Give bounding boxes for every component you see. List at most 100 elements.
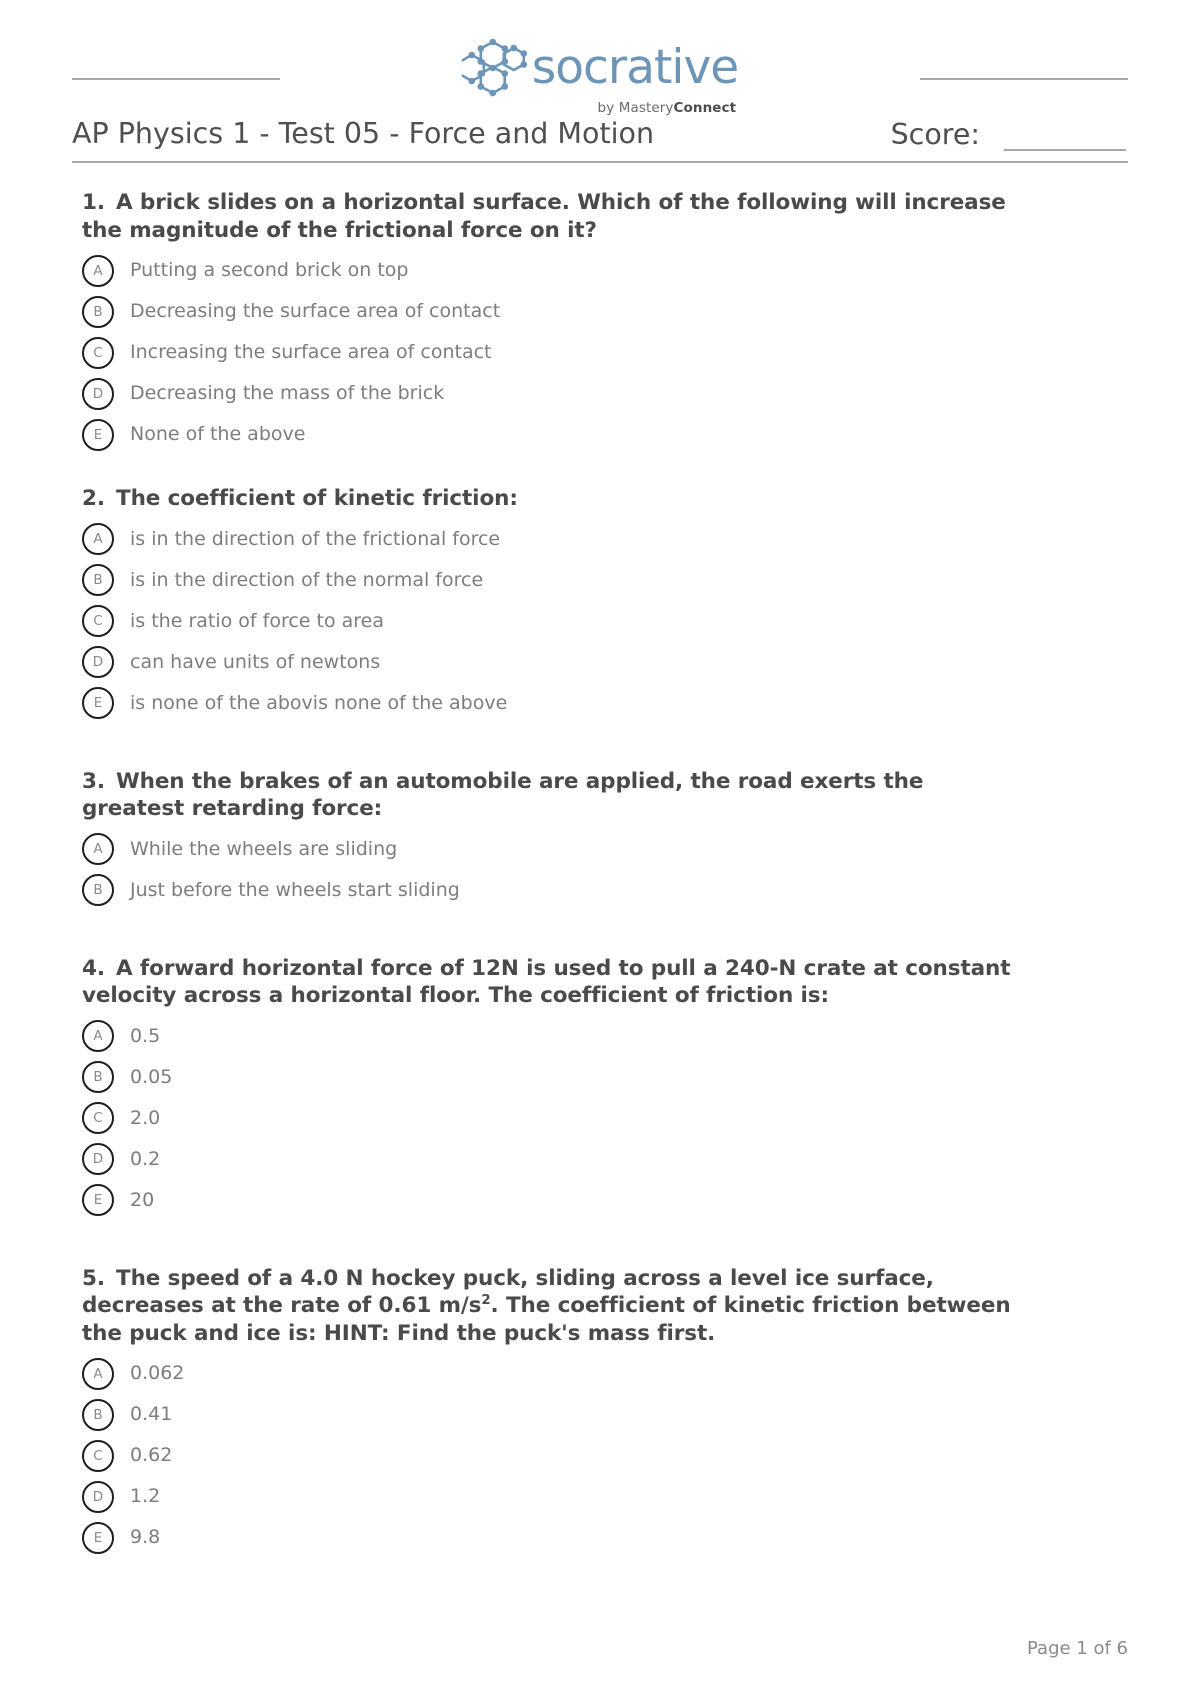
logo-tagline-prefix: by Mastery <box>597 100 674 116</box>
question-3-number: 3. <box>82 768 105 794</box>
option-bubble-d[interactable]: D <box>82 377 114 410</box>
option-item[interactable]: A 0.062 <box>82 1353 1128 1394</box>
option-item[interactable]: E 9.8 <box>82 1517 1128 1558</box>
question-5-options: A 0.062 B 0.41 C 0.62 D 1.2 E 9.8 <box>82 1353 1128 1558</box>
question-1-text: 1. A brick slides on a horizontal surface… <box>82 189 1012 244</box>
option-bubble-c[interactable]: C <box>82 1102 114 1135</box>
question-1: 1. A brick slides on a horizontal surface… <box>82 189 1128 455</box>
option-item[interactable]: E 20 <box>82 1180 1128 1221</box>
option-bubble-e[interactable]: E <box>82 1521 114 1554</box>
logo-wordmark: socrative <box>531 39 739 95</box>
option-label: Increasing the surface area of contact <box>130 341 492 364</box>
option-bubble-d[interactable]: D <box>82 1480 114 1513</box>
option-item[interactable]: D 1.2 <box>82 1476 1128 1517</box>
option-item[interactable]: A Putting a second brick on top <box>82 250 1128 291</box>
question-3-text: 3. When the brakes of an automobile are a… <box>82 768 1012 823</box>
option-item[interactable]: B 0.41 <box>82 1394 1128 1435</box>
option-bubble-e[interactable]: E <box>82 418 114 451</box>
option-item[interactable]: C 2.0 <box>82 1098 1128 1139</box>
question-5-text: 5. The speed of a 4.0 N hockey puck, slid… <box>82 1265 1012 1348</box>
option-bubble-d[interactable]: D <box>82 646 114 679</box>
option-label: 0.62 <box>130 1444 173 1467</box>
option-bubble-b[interactable]: B <box>82 295 114 328</box>
question-4-text: 4. A forward horizontal force of 12N is u… <box>82 955 1012 1010</box>
option-label: While the wheels are sliding <box>130 837 398 860</box>
hexagon-molecule-icon <box>461 36 528 98</box>
option-label: 0.062 <box>130 1362 185 1385</box>
question-4: 4. A forward horizontal force of 12N is u… <box>82 955 1128 1221</box>
question-2: 2. The coefficient of kinetic friction: A… <box>82 485 1128 724</box>
logo-tagline-bold: Connect <box>673 100 737 116</box>
question-5-superscript: 2 <box>481 1292 491 1308</box>
option-bubble-c[interactable]: C <box>82 336 114 369</box>
option-item[interactable]: B is in the direction of the normal forc… <box>82 560 1128 601</box>
socrative-logo: socrative by MasteryConnect <box>461 36 739 116</box>
option-label: Putting a second brick on top <box>130 259 409 282</box>
option-label: is none of the abovis none of the above <box>130 691 508 714</box>
page-footer: Page 1 of 6 <box>1027 1638 1128 1659</box>
question-4-options: A 0.5 B 0.05 C 2.0 D 0.2 E 20 <box>82 1016 1128 1221</box>
option-bubble-b[interactable]: B <box>82 1061 114 1094</box>
option-label: 0.41 <box>130 1403 173 1426</box>
score-group: Score: <box>891 118 1128 151</box>
question-4-body: A forward horizontal force of 12N is use… <box>82 955 1011 1009</box>
option-item[interactable]: D 0.2 <box>82 1139 1128 1180</box>
option-item[interactable]: A While the wheels are sliding <box>82 829 1128 870</box>
question-3-body: When the brakes of an automobile are app… <box>82 768 924 822</box>
option-item[interactable]: B Just before the wheels start sliding <box>82 870 1128 911</box>
question-4-number: 4. <box>82 955 105 981</box>
option-bubble-e[interactable]: E <box>82 1184 114 1217</box>
option-item[interactable]: C is the ratio of force to area <box>82 601 1128 642</box>
option-item[interactable]: A 0.5 <box>82 1016 1128 1057</box>
page-header: socrative by MasteryConnect <box>72 0 1128 116</box>
question-1-number: 1. <box>82 190 105 215</box>
option-item[interactable]: E is none of the abovis none of the abov… <box>82 683 1128 724</box>
question-2-text: 2. The coefficient of kinetic friction: <box>82 485 1012 513</box>
title-bar: AP Physics 1 - Test 05 - Force and Motio… <box>72 117 1128 157</box>
option-label: 0.2 <box>130 1147 161 1170</box>
questions-list: 1. A brick slides on a horizontal surface… <box>72 189 1128 1558</box>
option-item[interactable]: C 0.62 <box>82 1435 1128 1476</box>
option-bubble-a[interactable]: A <box>82 833 114 866</box>
option-bubble-a[interactable]: A <box>82 254 114 287</box>
option-bubble-c[interactable]: C <box>82 1439 114 1472</box>
score-blank-field[interactable] <box>1004 123 1126 151</box>
option-label: can have units of newtons <box>130 650 381 673</box>
option-bubble-c[interactable]: C <box>82 605 114 638</box>
question-3: 3. When the brakes of an automobile are a… <box>82 768 1128 911</box>
question-1-options: A Putting a second brick on top B Decrea… <box>82 250 1128 455</box>
option-bubble-b[interactable]: B <box>82 564 114 597</box>
option-bubble-a[interactable]: A <box>82 1020 114 1053</box>
option-label: 0.05 <box>130 1065 173 1088</box>
option-item[interactable]: D Decreasing the mass of the brick <box>82 373 1128 414</box>
option-bubble-d[interactable]: D <box>82 1143 114 1176</box>
option-item[interactable]: B Decreasing the surface area of contact <box>82 291 1128 332</box>
option-item[interactable]: D can have units of newtons <box>82 642 1128 683</box>
option-bubble-b[interactable]: B <box>82 1398 114 1431</box>
title-divider <box>72 161 1128 163</box>
option-bubble-e[interactable]: E <box>82 687 114 720</box>
option-label: None of the above <box>130 423 306 446</box>
question-5: 5. The speed of a 4.0 N hockey puck, slid… <box>82 1265 1128 1559</box>
option-label: 1.2 <box>130 1485 161 1508</box>
option-bubble-a[interactable]: A <box>82 1357 114 1390</box>
question-5-number: 5. <box>82 1265 105 1291</box>
option-label: is the ratio of force to area <box>130 609 385 632</box>
option-item[interactable]: B 0.05 <box>82 1057 1128 1098</box>
question-1-body: A brick slides on a horizontal surface. … <box>82 190 1006 243</box>
option-label: Decreasing the mass of the brick <box>130 382 445 405</box>
option-item[interactable]: C Increasing the surface area of contact <box>82 332 1128 373</box>
option-label: Decreasing the surface area of contact <box>130 300 501 323</box>
option-bubble-a[interactable]: A <box>82 523 114 556</box>
question-2-number: 2. <box>82 486 105 512</box>
option-bubble-b[interactable]: B <box>82 874 114 907</box>
option-item[interactable]: E None of the above <box>82 414 1128 455</box>
option-item[interactable]: A is in the direction of the frictional … <box>82 519 1128 560</box>
question-2-body: The coefficient of kinetic friction: <box>116 486 518 512</box>
question-2-options: A is in the direction of the frictional … <box>82 519 1128 724</box>
logo-tagline: by MasteryConnect <box>598 100 737 116</box>
score-label: Score: <box>890 118 980 151</box>
question-3-options: A While the wheels are sliding B Just be… <box>82 829 1128 911</box>
header-rule-left <box>72 78 280 80</box>
option-label: 0.5 <box>130 1024 161 1047</box>
